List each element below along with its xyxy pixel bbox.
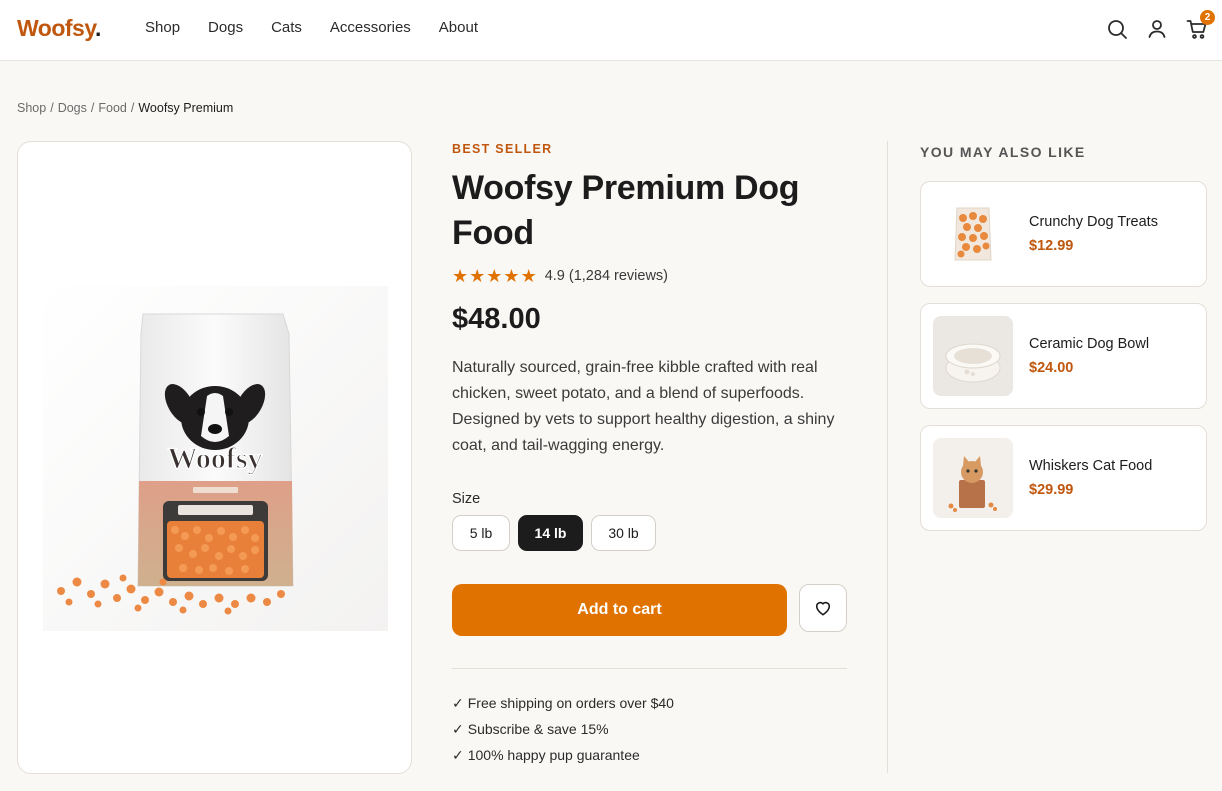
breadcrumb-food[interactable]: Food xyxy=(98,101,127,115)
user-icon[interactable] xyxy=(1145,17,1169,41)
rec-card-cat-food[interactable]: Whiskers Cat Food $29.99 xyxy=(920,425,1207,531)
size-option-14lb[interactable]: 14 lb xyxy=(518,515,583,551)
nav-item-cats[interactable]: Cats xyxy=(271,19,302,36)
perk-item: ✓ 100% happy pup guarantee xyxy=(452,747,640,763)
perk-item: ✓ Free shipping on orders over $40 xyxy=(452,695,674,711)
breadcrumb: Shop / Dogs / Food / Woofsy Premium xyxy=(17,101,233,115)
search-icon[interactable] xyxy=(1105,17,1129,41)
main-nav: Shop Dogs Cats Accessories About xyxy=(145,19,478,36)
product-description: Naturally sourced, grain-free kibble cra… xyxy=(452,359,835,454)
breadcrumb-current: Woofsy Premium xyxy=(138,101,234,115)
rec-name[interactable]: Crunchy Dog Treats xyxy=(1029,214,1158,230)
cart-count-badge: 2 xyxy=(1200,10,1215,25)
perks-list: ✓ Free shipping on orders over $40 ✓ Subsc… xyxy=(452,695,847,764)
nav-item-dogs[interactable]: Dogs xyxy=(208,19,243,36)
star-icon: ★ xyxy=(520,266,537,286)
dog-bowl-thumbnail xyxy=(933,316,1013,396)
star-icon: ★ xyxy=(503,266,520,286)
cat-food-thumbnail xyxy=(933,438,1013,518)
breadcrumb-dogs[interactable]: Dogs xyxy=(58,101,87,115)
add-to-cart-button[interactable]: Add to cart xyxy=(452,584,787,636)
purchase-actions: Add to cart xyxy=(452,584,847,636)
logo[interactable]: Woofsy. xyxy=(17,15,101,42)
size-label: Size xyxy=(452,491,481,507)
rec-name[interactable]: Whiskers Cat Food xyxy=(1029,458,1152,474)
wishlist-button[interactable] xyxy=(799,584,847,632)
site-header: Woofsy. Shop Dogs Cats Accessories About… xyxy=(0,0,1222,61)
nav-item-shop[interactable]: Shop xyxy=(145,19,180,36)
check-icon: ✓ xyxy=(452,747,464,763)
size-options: 5 lb 14 lb 30 lb xyxy=(452,515,847,551)
heart-icon xyxy=(815,601,831,616)
product-image-card: Woofsy xyxy=(17,141,412,774)
rating-text[interactable]: 4.9 (1,284 reviews) xyxy=(545,268,668,284)
rec-price: $24.00 xyxy=(1029,360,1074,376)
rec-card-dog-treats[interactable]: Crunchy Dog Treats $12.99 xyxy=(920,181,1207,287)
size-option-30lb[interactable]: 30 lb xyxy=(591,515,656,551)
dog-treats-thumbnail xyxy=(933,194,1013,274)
star-icon: ★ xyxy=(469,266,486,286)
column-divider xyxy=(887,141,888,773)
product-photo: Woofsy xyxy=(43,286,388,631)
product-price: $48.00 xyxy=(452,303,541,335)
best-seller-badge: BEST SELLER xyxy=(452,142,553,156)
rec-card-dog-bowl[interactable]: Ceramic Dog Bowl $24.00 xyxy=(920,303,1207,409)
product-info: BEST SELLER Woofsy Premium Dog Food ★ ★ … xyxy=(452,141,847,764)
product-title: Woofsy Premium Dog Food xyxy=(452,169,800,252)
star-icon: ★ xyxy=(486,266,503,286)
rec-price: $29.99 xyxy=(1029,482,1074,498)
check-icon: ✓ xyxy=(452,721,464,737)
perk-item: ✓ Subscribe & save 15% xyxy=(452,721,609,737)
star-icon: ★ xyxy=(452,266,469,286)
breadcrumb-separator: / xyxy=(50,101,54,115)
recommendations-title: YOU MAY ALSO LIKE xyxy=(920,144,1086,160)
rec-name[interactable]: Ceramic Dog Bowl xyxy=(1029,336,1149,352)
star-rating: ★ ★ ★ ★ ★ xyxy=(452,267,537,285)
bag-brand-text: Woofsy xyxy=(167,442,262,475)
nav-item-accessories[interactable]: Accessories xyxy=(330,19,411,36)
breadcrumb-separator: / xyxy=(90,101,95,115)
breadcrumb-shop[interactable]: Shop xyxy=(17,101,46,115)
breadcrumb-separator: / xyxy=(130,101,135,115)
size-option-5lb[interactable]: 5 lb xyxy=(452,515,510,551)
rec-price: $12.99 xyxy=(1029,238,1074,254)
check-icon: ✓ xyxy=(452,695,464,711)
nav-item-about[interactable]: About xyxy=(439,19,478,36)
divider xyxy=(452,668,847,669)
rating[interactable]: ★ ★ ★ ★ ★ 4.9 (1,284 reviews) xyxy=(452,266,847,286)
